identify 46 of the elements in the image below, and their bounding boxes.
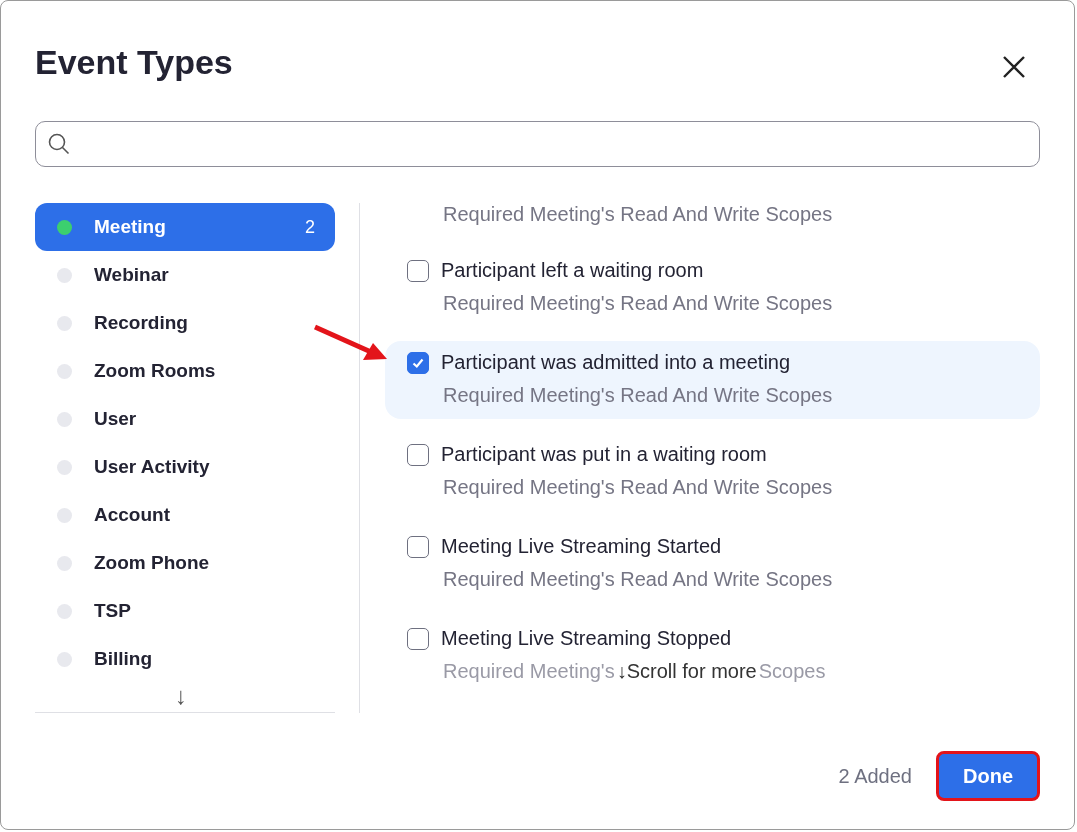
checkbox[interactable] — [407, 627, 429, 650]
event-label: Participant left a waiting room — [441, 259, 704, 282]
scope-text: Required Meeting's Read And Write Scopes — [442, 476, 834, 499]
sidebar-item[interactable]: Zoom Phone — [35, 539, 335, 587]
added-count: 2 Added — [838, 764, 912, 788]
search-field[interactable] — [35, 121, 1040, 167]
dialog-title: Event Types — [35, 42, 233, 82]
checkbox[interactable] — [407, 535, 429, 558]
category-label: Recording — [94, 312, 189, 334]
sidebar-item[interactable]: Recording — [35, 299, 335, 347]
close-icon[interactable] — [1002, 55, 1026, 79]
search-icon — [48, 133, 70, 155]
category-label: Account — [94, 504, 171, 526]
category-label: Zoom Rooms — [94, 360, 217, 382]
sidebar-item[interactable]: Webinar — [35, 251, 335, 299]
sidebar-item[interactable]: User — [35, 395, 335, 443]
sidebar-item[interactable]: Billing — [35, 635, 335, 683]
category-label: Meeting — [94, 216, 167, 238]
checkbox[interactable] — [407, 259, 429, 282]
scroll-hint: ↓Scroll for more — [616, 660, 757, 683]
scope-text: Required Meeting's Read And Write Scopes — [442, 292, 834, 315]
category-label: User Activity — [94, 456, 211, 478]
event-label: Meeting Live Streaming Stopped — [441, 627, 732, 650]
scope-text: Required Meeting's Read And Write Scopes — [443, 203, 833, 226]
sidebar-item[interactable]: TSP — [35, 587, 335, 635]
done-button[interactable]: Done — [936, 751, 1040, 801]
category-label: Webinar — [94, 264, 170, 286]
scope-text: Required Meeting's Read And Write Scopes — [442, 568, 834, 591]
scope-text: Scopes — [758, 660, 826, 683]
scope-text: Required Meeting's Read And Write Scopes — [442, 384, 834, 407]
scope-text: Required Meeting's — [443, 660, 615, 683]
sidebar-item[interactable]: Meeting 2 — [35, 203, 335, 251]
checkbox[interactable] — [407, 351, 429, 374]
sidebar-item[interactable]: Zoom Rooms — [35, 347, 335, 395]
event-label: Participant was put in a waiting room — [441, 443, 767, 466]
checkbox[interactable] — [407, 443, 429, 466]
category-label: TSP — [94, 600, 132, 622]
category-label: Zoom Phone — [94, 552, 211, 574]
event-label: Participant was admitted into a meeting — [441, 351, 791, 374]
count-label: 2 — [305, 216, 315, 238]
sidebar-item[interactable]: Account — [35, 491, 335, 539]
category-label: User — [94, 408, 138, 430]
event-label: Meeting Live Streaming Started — [441, 535, 722, 558]
scroll-arrow: ↓ — [175, 684, 187, 708]
sidebar-item[interactable]: User Activity — [35, 443, 335, 491]
category-label: Billing — [94, 648, 154, 670]
